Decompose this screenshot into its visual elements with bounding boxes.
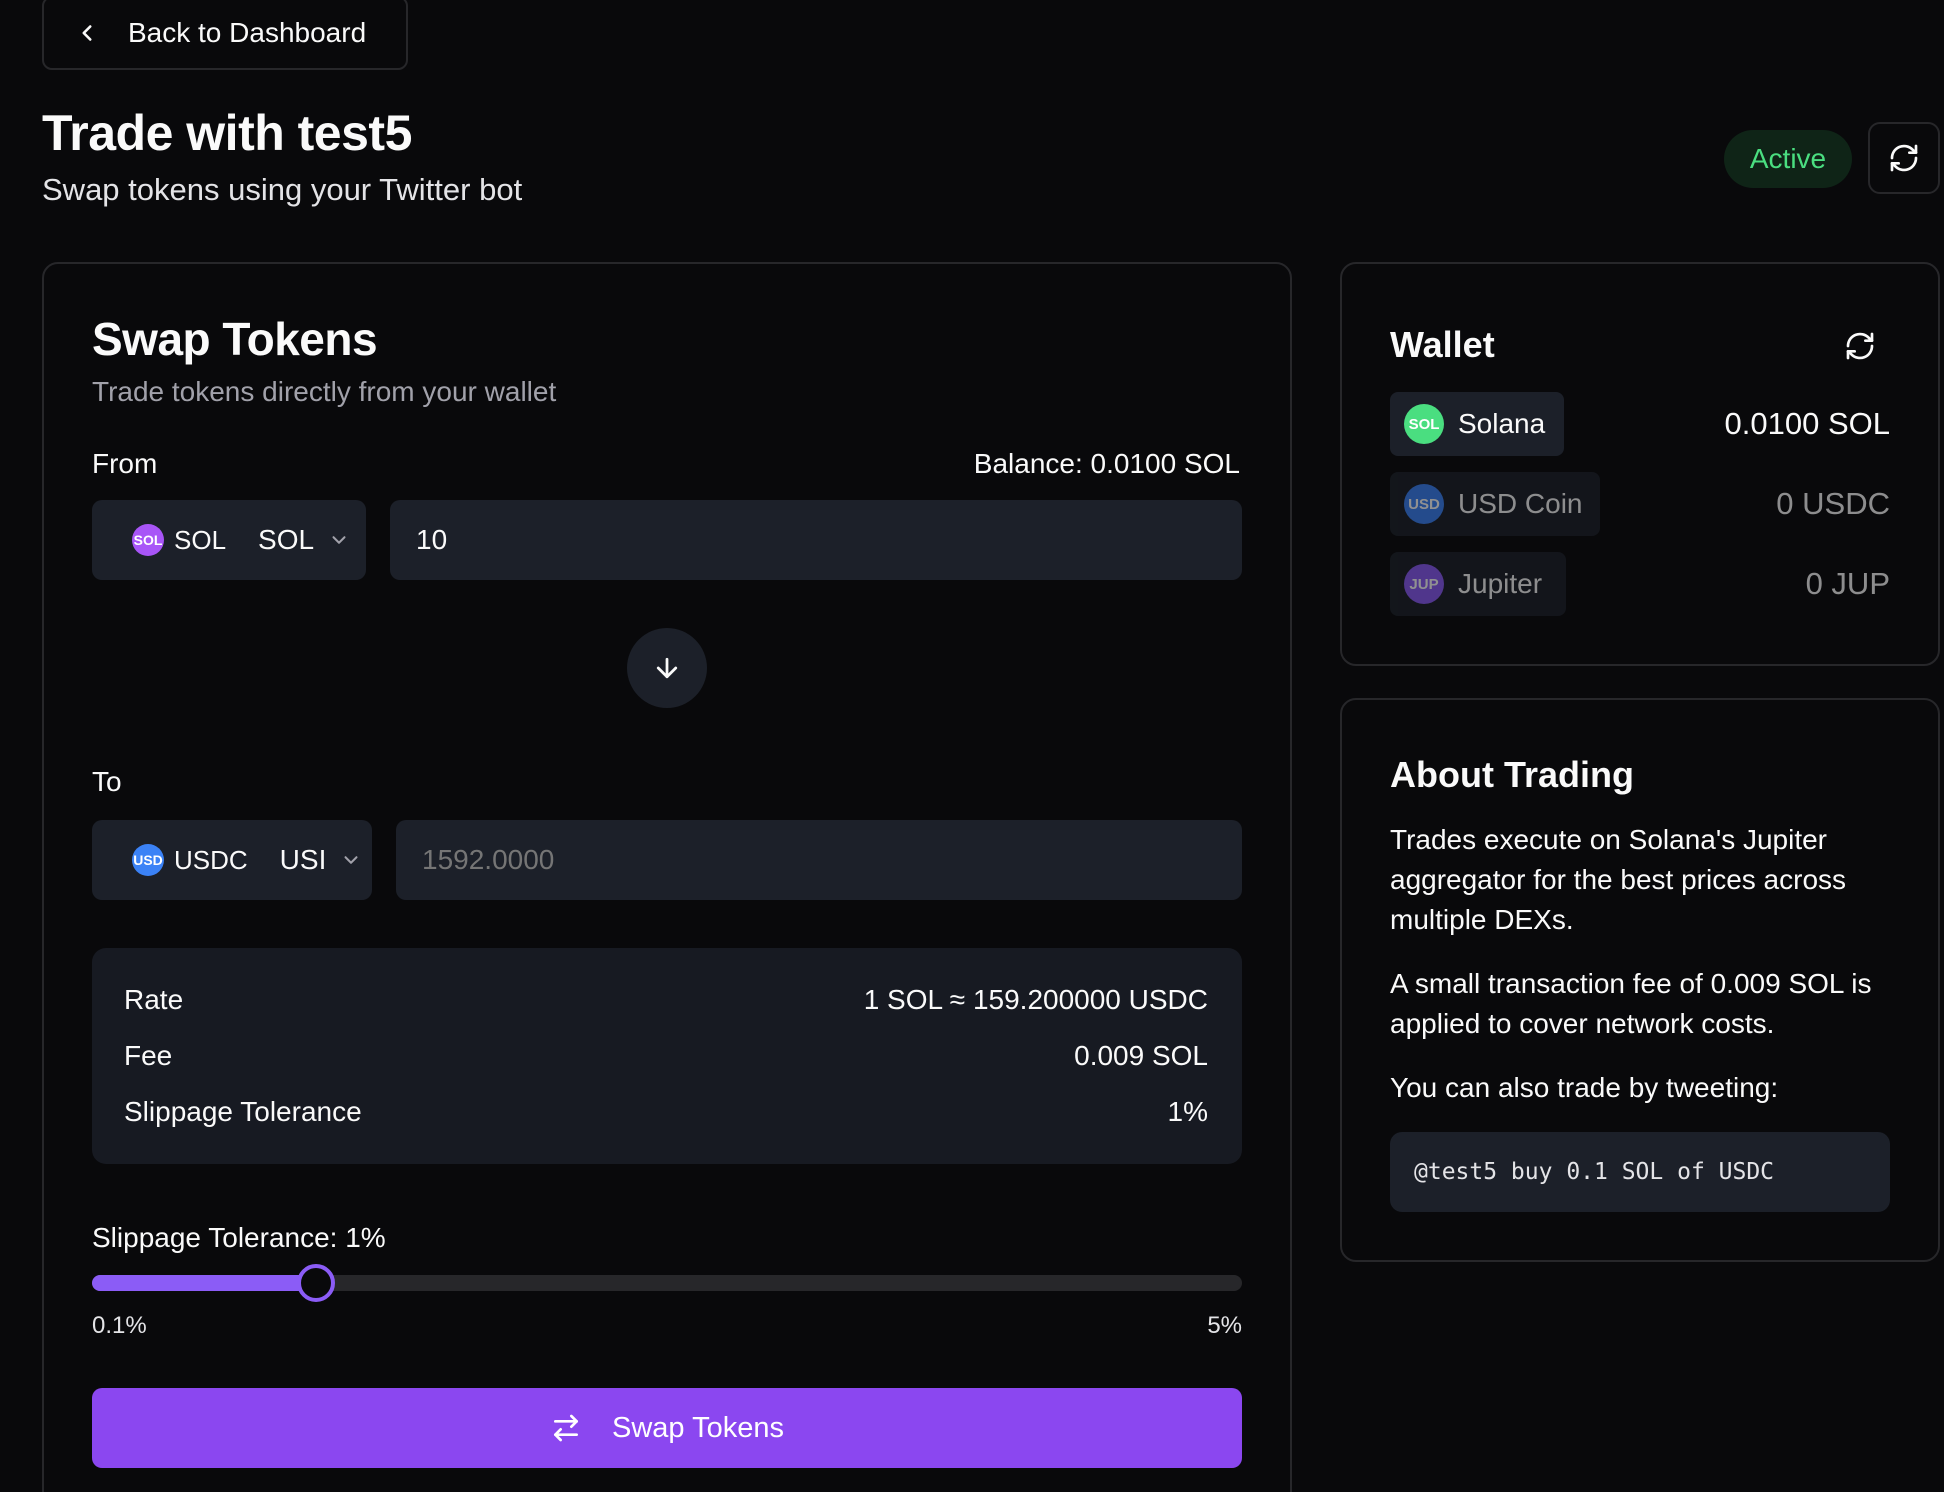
usd-token-icon: USD bbox=[132, 844, 164, 876]
switch-direction-button[interactable] bbox=[627, 628, 707, 708]
jup-token-icon: JUP bbox=[1404, 564, 1444, 604]
chevron-down-icon bbox=[344, 856, 358, 864]
page-subtitle: Swap tokens using your Twitter bot bbox=[42, 172, 523, 207]
from-token-name: SOL bbox=[174, 524, 227, 555]
wallet-token-name: Jupiter bbox=[1458, 568, 1543, 599]
sol-token-icon: SOL bbox=[1404, 404, 1444, 444]
fee-label: Fee bbox=[124, 1040, 173, 1071]
to-token-name: USDC bbox=[174, 844, 248, 875]
wallet-token-solana[interactable]: SOL Solana bbox=[1390, 392, 1564, 456]
slippage-label: Slippage Tolerance: 1% bbox=[92, 1222, 386, 1253]
from-token-select[interactable]: SOL SOL SOL bbox=[92, 500, 366, 580]
wallet-token-amount: 0 USDC bbox=[1776, 486, 1890, 521]
slippage-slider-thumb[interactable] bbox=[297, 1264, 335, 1302]
sol-token-icon: SOL bbox=[132, 524, 164, 556]
slippage-max-label: 5% bbox=[1207, 1312, 1242, 1339]
fee-value: 0.009 SOL bbox=[1074, 1040, 1208, 1071]
wallet-title: Wallet bbox=[1390, 324, 1495, 365]
swap-button-label: Swap Tokens bbox=[612, 1411, 784, 1444]
back-to-dashboard-button[interactable]: Back to Dashboard bbox=[42, 0, 408, 70]
wallet-token-usd-coin[interactable]: USD USD Coin bbox=[1390, 472, 1600, 536]
to-token-selected: USI bbox=[279, 844, 327, 875]
slippage-min-label: 0.1% bbox=[92, 1312, 147, 1339]
about-paragraph: Trades execute on Solana's Jupiter aggre… bbox=[1390, 824, 1847, 935]
swap-card-title: Swap Tokens bbox=[92, 313, 378, 365]
arrow-down-icon bbox=[656, 657, 678, 679]
swap-arrows-icon bbox=[554, 1414, 579, 1442]
to-label: To bbox=[92, 766, 122, 797]
wallet-token-amount: 0 JUP bbox=[1805, 566, 1890, 601]
usd-token-icon: USD bbox=[1404, 484, 1444, 524]
swap-details-box bbox=[92, 948, 1242, 1164]
swap-tokens-button[interactable]: Swap Tokens bbox=[92, 1388, 1242, 1468]
from-amount-input[interactable] bbox=[390, 500, 1242, 580]
wallet-token-name: Solana bbox=[1458, 408, 1546, 439]
to-amount-input[interactable] bbox=[396, 820, 1242, 900]
about-paragraph: You can also trade by tweeting: bbox=[1390, 1072, 1779, 1103]
refresh-button[interactable] bbox=[1868, 122, 1940, 194]
example-tweet-code: @test5 buy 0.1 SOL of USDC bbox=[1390, 1132, 1890, 1212]
slippage-slider-fill bbox=[92, 1275, 318, 1291]
slippage-detail-label: Slippage Tolerance bbox=[124, 1096, 362, 1127]
rate-label: Rate bbox=[124, 984, 184, 1015]
from-label: From bbox=[92, 448, 158, 479]
from-balance: Balance: 0.0100 SOL bbox=[973, 448, 1240, 479]
page-title: Trade with test5 bbox=[42, 105, 412, 161]
from-token-selected: SOL bbox=[258, 524, 315, 555]
slippage-detail-value: 1% bbox=[1167, 1096, 1208, 1127]
swap-card-description: Trade tokens directly from your wallet bbox=[92, 376, 557, 407]
wallet-refresh-button[interactable] bbox=[1840, 326, 1880, 366]
about-paragraph: A small transaction fee of 0.009 SOL is … bbox=[1390, 968, 1872, 1039]
chevron-left-icon bbox=[82, 25, 92, 41]
refresh-icon bbox=[1846, 332, 1874, 360]
wallet-token-jupiter[interactable]: JUP Jupiter bbox=[1390, 552, 1566, 616]
to-token-select[interactable]: USD USDC USI bbox=[92, 820, 372, 900]
status-badge: Active bbox=[1724, 130, 1852, 188]
back-button-label: Back to Dashboard bbox=[128, 17, 367, 48]
wallet-token-amount: 0.0100 SOL bbox=[1724, 406, 1890, 441]
about-trading-title: About Trading bbox=[1390, 754, 1634, 795]
wallet-token-name: USD Coin bbox=[1458, 488, 1583, 519]
rate-value: 1 SOL ≈ 159.200000 USDC bbox=[863, 984, 1208, 1015]
refresh-icon bbox=[1890, 144, 1918, 172]
chevron-down-icon bbox=[332, 536, 346, 544]
